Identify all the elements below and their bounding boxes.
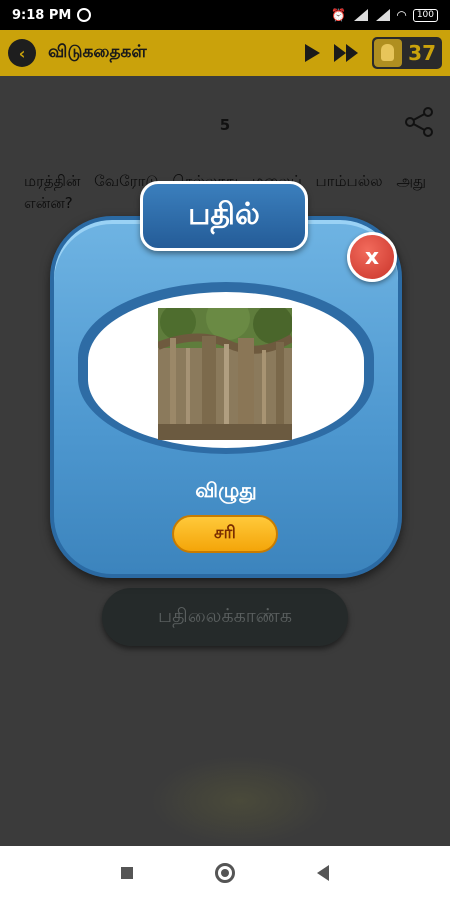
app-title: விடுகதைகள் (48, 42, 147, 62)
share-icon[interactable] (404, 106, 436, 138)
decorative-image (150, 756, 330, 846)
answer-word: விழுது (195, 478, 257, 502)
alarm-icon: ⏰ (331, 8, 347, 22)
close-icon[interactable]: x (347, 232, 397, 282)
status-time: 9:18 PM (12, 7, 72, 23)
app-actions: 37 (305, 37, 442, 69)
question-number: 5 (219, 116, 231, 134)
recent-apps-icon[interactable] (121, 867, 133, 879)
coin-counter[interactable]: 37 (372, 37, 442, 69)
app-bar: ‹ விடுகதைகள் 37 (0, 30, 450, 76)
show-answer-button[interactable]: பதிலைக்காண்க (102, 588, 348, 646)
back-icon[interactable] (317, 865, 329, 881)
signal-icon (352, 9, 369, 21)
dialog-title: பதில் (140, 181, 308, 251)
whatsapp-icon (77, 8, 92, 22)
home-icon[interactable] (215, 863, 235, 883)
signal-icon-2 (374, 9, 391, 21)
battery-icon: 100 (412, 8, 438, 22)
status-bar: 9:18 PM ⏰ ◠ 100 (0, 0, 450, 30)
status-icons: ⏰ ◠ 100 (331, 8, 438, 22)
fast-forward-icon[interactable] (334, 44, 359, 62)
play-icon[interactable] (305, 44, 321, 62)
back-arrow-icon[interactable]: ‹ (8, 39, 36, 67)
coin-count: 37 (408, 41, 436, 65)
wifi-icon: ◠ (396, 8, 407, 22)
answer-dialog: விழுது சரி (50, 216, 402, 578)
navigation-bar (0, 846, 450, 900)
coin-icon (374, 39, 403, 67)
ok-button[interactable]: சரி (172, 515, 278, 553)
banyan-tree-image (158, 308, 292, 440)
